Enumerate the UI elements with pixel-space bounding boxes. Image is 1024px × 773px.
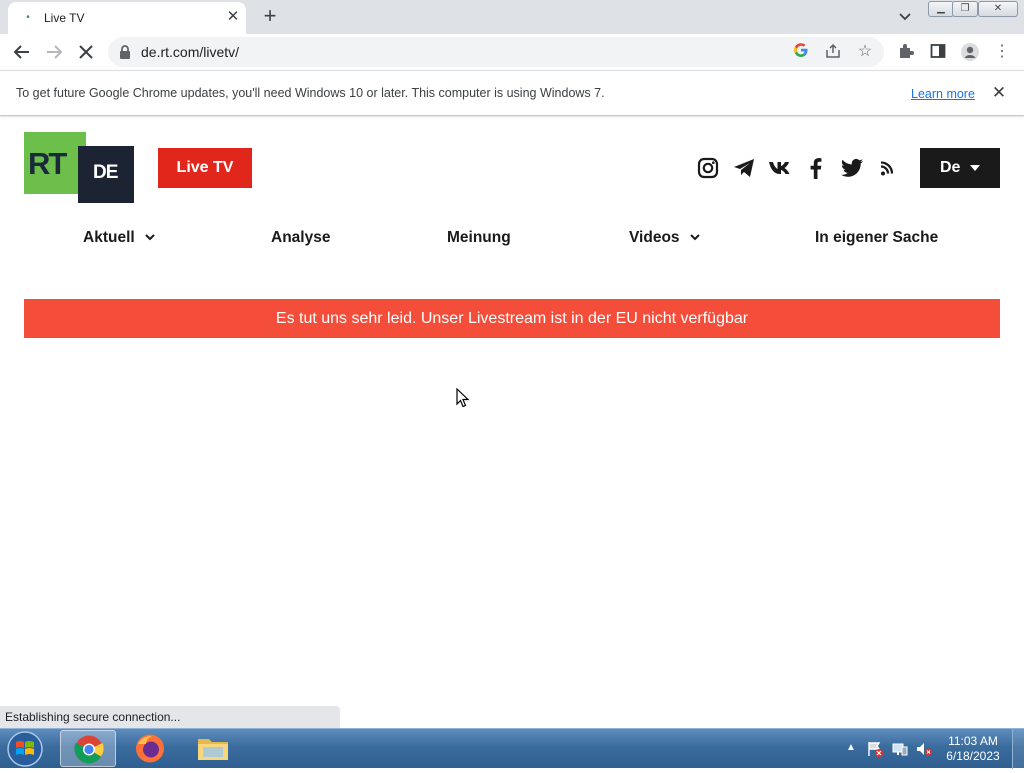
bookmark-star-icon[interactable]: ☆	[855, 42, 875, 62]
tab-search-icon[interactable]	[896, 7, 914, 25]
nav-item-analyse[interactable]: Analyse	[271, 229, 330, 247]
profile-avatar-icon[interactable]	[960, 42, 980, 62]
de-logo-text: DE	[93, 162, 118, 183]
clock-time: 11:03 AM	[948, 734, 998, 748]
infobar-close-icon[interactable]: ✕	[990, 83, 1008, 103]
tray-expand-icon[interactable]: ▲	[846, 742, 856, 756]
taskbar-explorer[interactable]	[185, 730, 241, 767]
nav-item-videos[interactable]: Videos	[629, 229, 701, 247]
language-select-button[interactable]: De	[920, 148, 1000, 188]
update-infobar: To get future Google Chrome updates, you…	[0, 70, 1024, 116]
language-label: De	[940, 159, 961, 176]
tab-live-tv[interactable]: • Live TV ✕	[8, 2, 246, 34]
stop-loading-button[interactable]	[76, 42, 96, 62]
status-bubble: Establishing secure connection...	[0, 706, 340, 728]
new-tab-icon[interactable]: +	[259, 4, 281, 28]
google-icon[interactable]	[791, 42, 811, 62]
back-button[interactable]	[12, 42, 32, 62]
de-logo[interactable]: DE	[78, 146, 134, 203]
nav-item-meinung[interactable]: Meinung	[447, 229, 511, 247]
action-center-flag-icon[interactable]	[866, 740, 884, 758]
browser-toolbar: de.rt.com/livetv/ ☆ ⋮	[0, 34, 1024, 70]
telegram-icon[interactable]	[732, 156, 756, 180]
close-window-button[interactable]: ✕	[978, 1, 1018, 17]
tab-title: Live TV	[44, 11, 85, 25]
nav-label-aktuell: Aktuell	[83, 229, 135, 246]
extensions-icon[interactable]	[896, 42, 916, 62]
rt-logo-text: RT	[28, 146, 67, 181]
restore-window-button[interactable]: ❐	[952, 1, 978, 17]
rt-logo[interactable]: RT	[24, 132, 86, 194]
chevron-down-icon	[690, 234, 700, 241]
side-panel-icon[interactable]	[928, 42, 948, 62]
taskbar-chrome[interactable]	[60, 730, 116, 767]
learn-more-link[interactable]: Learn more	[911, 87, 975, 101]
chrome-icon	[74, 735, 104, 764]
nav-item-in-eigener-sache[interactable]: In eigener Sache	[815, 229, 938, 247]
start-button[interactable]	[4, 730, 46, 768]
chevron-down-icon	[145, 234, 155, 241]
nav-item-aktuell[interactable]: Aktuell	[83, 229, 156, 247]
mouse-cursor-icon	[456, 387, 470, 408]
chrome-menu-icon[interactable]: ⋮	[992, 42, 1012, 62]
url-text[interactable]: de.rt.com/livetv/	[141, 44, 239, 60]
taskbar-firefox[interactable]	[122, 730, 178, 767]
show-desktop-button[interactable]	[1012, 729, 1024, 769]
lock-icon[interactable]	[118, 44, 132, 60]
livestream-unavailable-banner: Es tut uns sehr leid. Unser Livestream i…	[24, 299, 1000, 338]
folder-icon	[198, 739, 228, 760]
minimize-window-button[interactable]: ▁	[928, 1, 954, 17]
clock[interactable]: 11:03 AM 6/18/2023	[940, 734, 1006, 764]
infobar-message: To get future Google Chrome updates, you…	[16, 86, 605, 100]
loading-favicon-icon: •	[26, 12, 30, 23]
nav-label-videos: Videos	[629, 229, 680, 246]
chevron-down-icon	[969, 148, 981, 204]
volume-muted-icon[interactable]	[915, 740, 933, 758]
twitter-icon[interactable]	[840, 156, 864, 180]
clock-date: 6/18/2023	[946, 749, 1000, 763]
rss-icon[interactable]	[876, 156, 900, 180]
share-icon[interactable]	[823, 42, 843, 62]
live-tv-button[interactable]: Live TV	[158, 148, 252, 188]
forward-button[interactable]	[44, 42, 64, 62]
instagram-icon[interactable]	[696, 156, 720, 180]
firefox-icon	[136, 734, 164, 763]
network-icon[interactable]	[891, 740, 909, 758]
vk-icon[interactable]	[768, 156, 792, 180]
facebook-icon[interactable]	[804, 156, 828, 180]
windows-taskbar: ▲ 11:03 AM 6/18/2023	[0, 728, 1024, 769]
tab-strip: • Live TV ✕ + ▁ ❐ ✕	[0, 0, 1024, 34]
tab-close-icon[interactable]: ✕	[224, 8, 242, 26]
address-bar[interactable]: de.rt.com/livetv/ ☆	[108, 37, 884, 67]
